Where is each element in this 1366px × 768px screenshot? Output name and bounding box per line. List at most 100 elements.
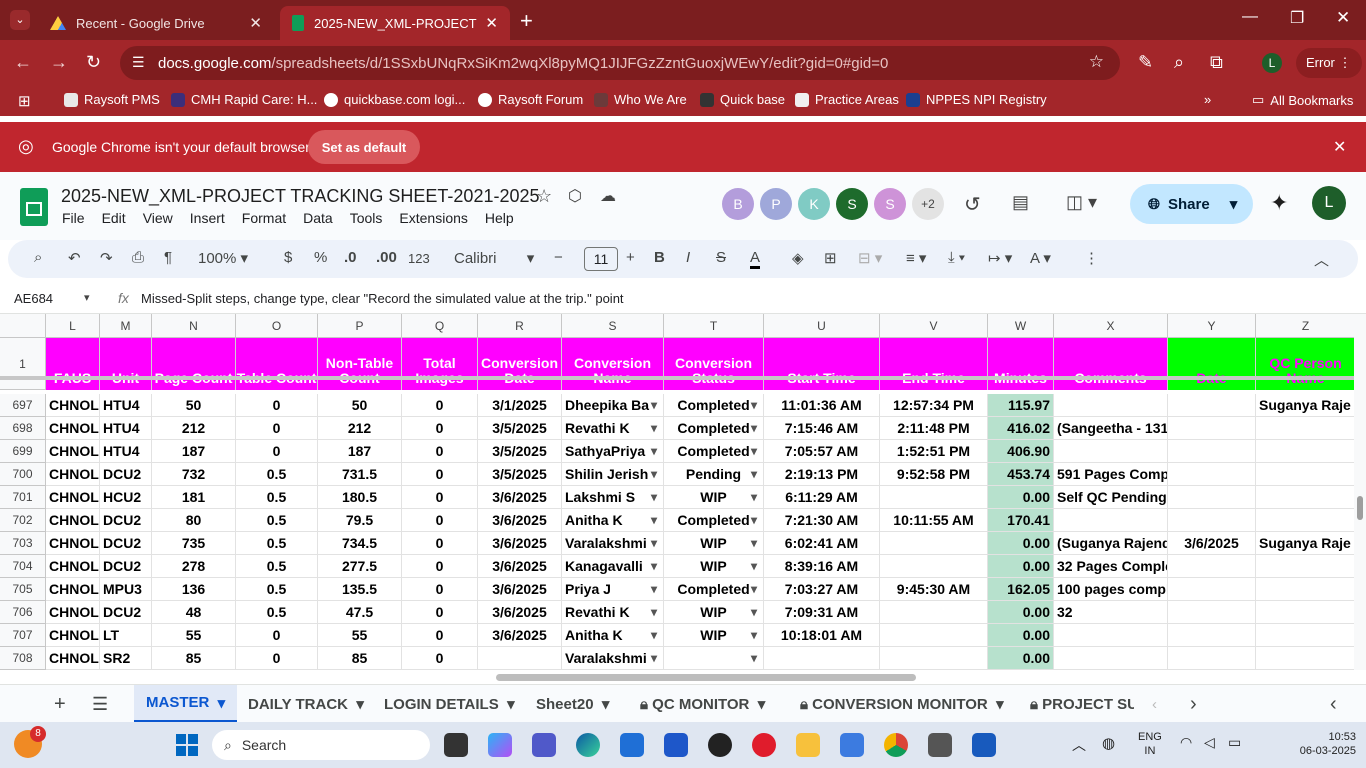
increase-font-size-icon[interactable]: +: [626, 249, 635, 266]
cell-start-time[interactable]: 2:19:13 PM: [764, 463, 880, 486]
frozen-row-divider[interactable]: [0, 376, 1354, 380]
cell-total-images[interactable]: 0: [402, 601, 478, 624]
cell-faus[interactable]: CHNOLOGI: [46, 624, 100, 647]
cell-comments[interactable]: 32 Pages Comple: [1054, 555, 1168, 578]
collaborator-avatar[interactable]: P: [760, 188, 792, 220]
cell-table-count[interactable]: 0.5: [236, 555, 318, 578]
site-info-icon[interactable]: ☰: [132, 54, 145, 71]
tab-search-button[interactable]: ⌄: [10, 10, 30, 30]
cell-unit[interactable]: DCU2: [100, 509, 152, 532]
cell-minutes[interactable]: 0.00: [988, 647, 1054, 670]
cell-unit[interactable]: DCU2: [100, 555, 152, 578]
column-header-p[interactable]: P: [318, 314, 402, 338]
cell-minutes[interactable]: 0.00: [988, 601, 1054, 624]
column-header-y[interactable]: Y: [1168, 314, 1256, 338]
cell-comments[interactable]: 32: [1054, 601, 1168, 624]
vertical-scrollbar[interactable]: [1354, 314, 1366, 670]
gemini-icon[interactable]: ✦: [1270, 190, 1288, 216]
cell-conversion-date[interactable]: 3/1/2025: [478, 394, 562, 417]
cell-conversion-name[interactable]: Anitha K: [562, 509, 664, 532]
set-default-button[interactable]: Set as default: [308, 130, 420, 164]
header-comments[interactable]: Comments: [1054, 338, 1168, 390]
cell-conversion-date[interactable]: 3/6/2025: [478, 486, 562, 509]
cell-conversion-name[interactable]: Revathi K: [562, 417, 664, 440]
error-button[interactable]: Error ⋮: [1296, 48, 1362, 78]
undo-icon[interactable]: ↶: [68, 249, 81, 267]
add-sheet-icon[interactable]: +: [54, 685, 66, 723]
cell-date[interactable]: [1168, 647, 1256, 670]
cell-start-time[interactable]: 7:03:27 AM: [764, 578, 880, 601]
cell-table-count[interactable]: 0: [236, 417, 318, 440]
menu-help[interactable]: Help: [485, 210, 514, 226]
cell-faus[interactable]: CHNOLOGI: [46, 394, 100, 417]
cell-comments[interactable]: [1054, 509, 1168, 532]
chevron-down-icon[interactable]: ▾: [1230, 195, 1238, 213]
cell-total-images[interactable]: 0: [402, 394, 478, 417]
sheet-tab-qc-monitor[interactable]: 🔒︎ QC MONITOR ▾: [640, 685, 765, 723]
search-icon[interactable]: ⌕: [34, 249, 42, 266]
menu-tools[interactable]: Tools: [350, 210, 383, 226]
cell-non-table-count[interactable]: 277.5: [318, 555, 402, 578]
cell-unit[interactable]: HTU4: [100, 440, 152, 463]
cell-minutes[interactable]: 0.00: [988, 486, 1054, 509]
cell-faus[interactable]: CHNOLOGI: [46, 509, 100, 532]
cell-non-table-count[interactable]: 180.5: [318, 486, 402, 509]
menu-view[interactable]: View: [143, 210, 173, 226]
cell-start-time[interactable]: 6:11:29 AM: [764, 486, 880, 509]
row-header[interactable]: 698: [0, 417, 46, 440]
cell-page-count[interactable]: 732: [152, 463, 236, 486]
vertical-align-icon[interactable]: ⤓ ▾: [948, 249, 965, 266]
all-bookmarks-button[interactable]: ▭ All Bookmarks: [1252, 92, 1353, 108]
collapse-menu-icon[interactable]: ︿: [1314, 249, 1329, 270]
cell-start-time[interactable]: 8:39:16 AM: [764, 555, 880, 578]
bookmark-item[interactable]: Who We Are: [594, 92, 687, 107]
chrome-taskbar-icon[interactable]: [884, 733, 908, 757]
cell-unit[interactable]: HCU2: [100, 486, 152, 509]
cell-conversion-name[interactable]: Shilin Jerish: [562, 463, 664, 486]
cell-conversion-date[interactable]: 3/6/2025: [478, 532, 562, 555]
side-panel-toggle-icon[interactable]: ‹: [1330, 685, 1337, 723]
cell-minutes[interactable]: 170.41: [988, 509, 1054, 532]
bookmark-item[interactable]: Raysoft PMS: [64, 92, 160, 107]
cell-conversion-name[interactable]: Priya J: [562, 578, 664, 601]
sheet-tab-daily-track[interactable]: DAILY TRACK ▾: [248, 685, 364, 723]
cell-conversion-name[interactable]: Revathi K: [562, 601, 664, 624]
cell-page-count[interactable]: 136: [152, 578, 236, 601]
cell-date[interactable]: [1168, 394, 1256, 417]
app-icon[interactable]: [928, 733, 952, 757]
cell-non-table-count[interactable]: 212: [318, 417, 402, 440]
star-icon[interactable]: ☆: [536, 186, 552, 207]
sheet-tab-sheet20[interactable]: Sheet20 ▾: [536, 685, 609, 723]
minimize-icon[interactable]: —: [1242, 8, 1258, 26]
cell-end-time[interactable]: 1:52:51 PM: [880, 440, 988, 463]
horizontal-scrollbar[interactable]: [46, 670, 1354, 684]
people-icon[interactable]: [840, 733, 864, 757]
cell-qc-person-name[interactable]: [1256, 578, 1354, 601]
cell-start-time[interactable]: 10:18:01 AM: [764, 624, 880, 647]
row-header[interactable]: 697: [0, 394, 46, 417]
pen-icon[interactable]: ✎: [1138, 52, 1153, 73]
bookmark-item[interactable]: Practice Areas: [795, 92, 899, 107]
cell-faus[interactable]: CHNOLOGI: [46, 440, 100, 463]
column-header-q[interactable]: Q: [402, 314, 478, 338]
more-collaborators[interactable]: +2: [912, 188, 944, 220]
cell-end-time[interactable]: 2:11:48 PM: [880, 417, 988, 440]
merge-cells-icon[interactable]: ⊟ ▾: [858, 249, 882, 267]
column-header-t[interactable]: T: [664, 314, 764, 338]
cell-conversion-status[interactable]: Completed: [664, 509, 764, 532]
cell-unit[interactable]: DCU2: [100, 463, 152, 486]
cell-table-count[interactable]: 0.5: [236, 486, 318, 509]
row-header[interactable]: 700: [0, 463, 46, 486]
cell-qc-person-name[interactable]: Suganya Raje: [1256, 394, 1354, 417]
cell-table-count[interactable]: 0.5: [236, 532, 318, 555]
cell-page-count[interactable]: 85: [152, 647, 236, 670]
cell-start-time[interactable]: 7:05:57 AM: [764, 440, 880, 463]
cell-comments[interactable]: [1054, 394, 1168, 417]
header-unit[interactable]: Unit: [100, 338, 152, 390]
extensions-icon[interactable]: ⧉: [1210, 52, 1223, 73]
scroll-tabs-right-icon[interactable]: ›: [1190, 685, 1197, 723]
cell-conversion-status[interactable]: Pending: [664, 463, 764, 486]
cell-qc-person-name[interactable]: [1256, 463, 1354, 486]
column-header-l[interactable]: L: [46, 314, 100, 338]
close-infobar-icon[interactable]: ✕: [1333, 137, 1346, 157]
